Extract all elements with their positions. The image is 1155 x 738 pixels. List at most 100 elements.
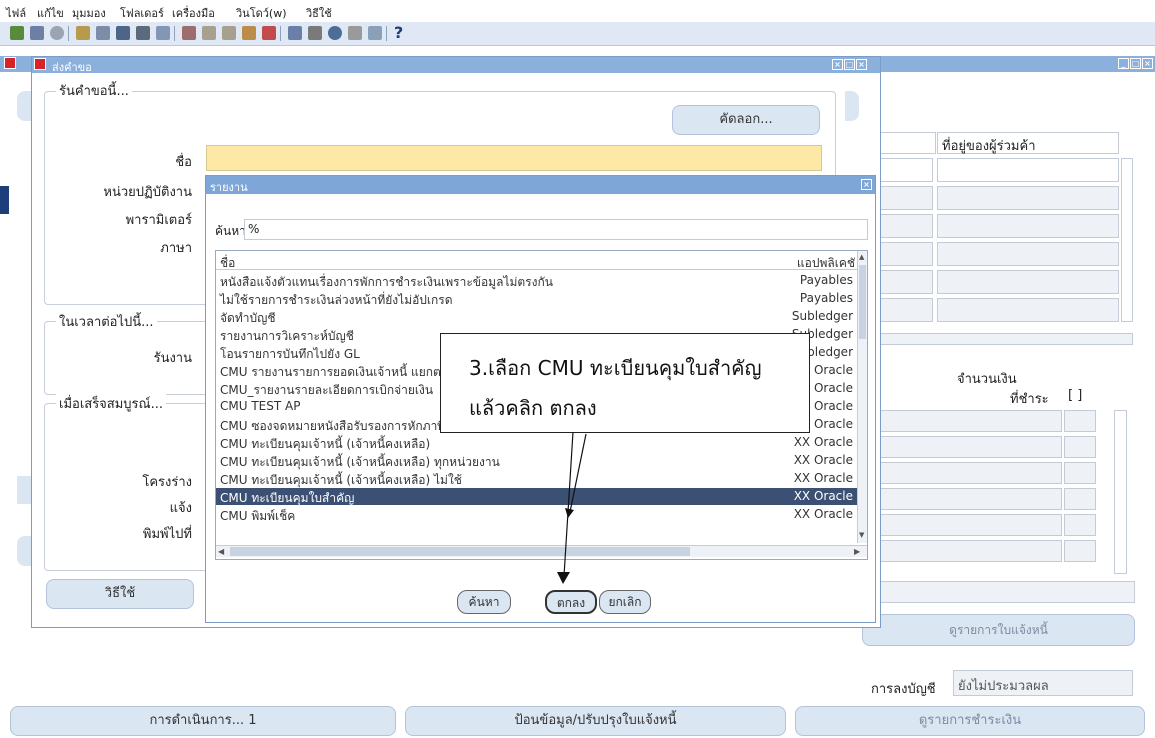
print-icon[interactable] [116, 26, 130, 40]
column-header [876, 132, 936, 154]
supplier-address-field[interactable] [937, 242, 1119, 266]
copy-button[interactable]: คัดลอก... [672, 105, 820, 135]
supplier-address-field[interactable] [937, 214, 1119, 238]
paste-icon[interactable] [222, 26, 236, 40]
vertical-scrollbar[interactable] [1121, 158, 1133, 322]
amount-field[interactable] [876, 436, 1062, 458]
supplier-address-field[interactable] [937, 158, 1119, 182]
grid-cell[interactable] [1064, 488, 1096, 510]
column-header-application: แอปพลิเคชั [796, 256, 855, 270]
menu-view[interactable]: มุมมอง [72, 4, 106, 22]
help-icon[interactable]: ? [394, 23, 403, 42]
run-request-group-title: รันคำขอนี้... [56, 80, 132, 101]
grid-cell[interactable] [876, 214, 933, 238]
window-title: ส่งคำขอ [52, 61, 92, 74]
menu-window[interactable]: วินโดว์(w) [236, 4, 287, 22]
save-icon[interactable] [96, 26, 110, 40]
list-item[interactable]: หนังสือแจ้งตัวแทนเรื่องการพักการชำระเงิน… [216, 272, 857, 289]
summary-field[interactable] [876, 581, 1135, 603]
grid-cell[interactable] [876, 242, 933, 266]
arrow-head-icon [565, 508, 574, 518]
grid-cell[interactable] [876, 158, 933, 182]
scroll-up-icon[interactable]: ▲ [859, 254, 866, 261]
printer-icon[interactable] [136, 26, 150, 40]
column-header-supplier-address: ที่อยู่ของผู้ร่วมค้า [937, 132, 1119, 154]
enter-invoice-button[interactable]: ป้อนข้อมูล/ปรับปรุงใบแจ้งหนี้ [405, 706, 786, 736]
list-item-selected[interactable]: CMU ทะเบียนคุมใบสำคัญ XX Oracle [216, 488, 857, 505]
oracle-window-icon [34, 58, 46, 70]
grid-cell[interactable] [1064, 410, 1096, 432]
list-item[interactable]: ไม่ใช้รายการชำระเงินล่วงหน้าที่ยังไม่อัป… [216, 290, 857, 307]
cancel-button[interactable]: ยกเลิก [599, 590, 651, 614]
find-input[interactable]: % [244, 219, 868, 240]
amount-field[interactable] [876, 514, 1062, 536]
grid-cell[interactable] [876, 186, 933, 210]
amount-field[interactable] [876, 488, 1062, 510]
supplier-address-field[interactable] [937, 186, 1119, 210]
list-item[interactable]: CMU ทะเบียนคุมเจ้าหนี้ (เจ้าหนี้คงเหลือ)… [216, 470, 857, 487]
workspace: _ □ × ที่อยู่ของผู้ร่วมค้า จำนวนเงิน ที่… [0, 46, 1155, 738]
close-icon[interactable]: × [856, 59, 867, 70]
amount-field[interactable] [876, 540, 1062, 562]
new-icon[interactable] [10, 26, 24, 40]
link-icon[interactable] [348, 26, 362, 40]
scroll-thumb[interactable] [230, 547, 690, 556]
supplier-address-field[interactable] [937, 298, 1119, 322]
list-item[interactable]: CMU ทะเบียนคุมเจ้าหนี้ (เจ้าหนี้คงเหลือ)… [216, 452, 857, 469]
help-button[interactable]: วิธีใช้ [46, 579, 194, 609]
actions-button[interactable]: การดำเนินการ... 1 [10, 706, 396, 736]
close-icon[interactable]: × [861, 179, 872, 190]
menu-tools[interactable]: เครื่องมือ [172, 4, 215, 22]
cut-icon[interactable] [182, 26, 196, 40]
list-item[interactable]: CMU พิมพ์เช็ค XX Oracle [216, 506, 857, 523]
scroll-down-icon[interactable]: ▼ [859, 532, 866, 539]
menu-folder[interactable]: โฟลเดอร์ [120, 4, 164, 22]
report-application: Payables [799, 291, 853, 305]
vertical-scrollbar[interactable]: ▲ ▼ [857, 251, 867, 543]
menu-edit[interactable]: แก้ไข [37, 4, 64, 22]
menu-file[interactable]: ไฟล์ [6, 4, 26, 22]
view-invoice-lines-button[interactable]: ดูรายการใบแจ้งหนี้ [862, 614, 1135, 646]
grid-cell[interactable] [1064, 436, 1096, 458]
translate-icon[interactable] [368, 26, 382, 40]
grid-cell[interactable] [1064, 514, 1096, 536]
maximize-icon[interactable]: □ [844, 59, 855, 70]
request-name-field[interactable] [206, 145, 822, 171]
delete-icon[interactable] [262, 26, 276, 40]
scroll-left-icon[interactable]: ◀ [218, 547, 224, 556]
close-icon[interactable]: × [1142, 58, 1153, 69]
ok-button[interactable]: ตกลง [545, 590, 597, 614]
list-item[interactable]: CMU ทะเบียนคุมเจ้าหนี้ (เจ้าหนี้คงเหลือ)… [216, 434, 857, 451]
amount-field[interactable] [876, 410, 1062, 432]
scroll-thumb[interactable] [859, 265, 866, 339]
menu-help[interactable]: วิธีใช้ [306, 4, 332, 22]
zoom-icon[interactable] [328, 26, 342, 40]
find-icon[interactable] [76, 26, 90, 40]
edit-icon[interactable] [242, 26, 256, 40]
folder-icon[interactable] [308, 26, 322, 40]
close-icon[interactable]: × [832, 59, 843, 70]
attachment-icon[interactable] [288, 26, 302, 40]
amount-field[interactable] [876, 462, 1062, 484]
maximize-icon[interactable]: □ [1130, 58, 1141, 69]
open-icon[interactable] [50, 26, 64, 40]
posting-label: การลงบัญชี [871, 682, 936, 697]
minimize-icon[interactable]: _ [1118, 58, 1129, 69]
find-button[interactable]: ค้นหา [457, 590, 511, 614]
list-item[interactable]: จัดทำบัญชี Subledger [216, 308, 857, 325]
grid-cell[interactable] [1064, 540, 1096, 562]
grid-cell[interactable] [876, 270, 933, 294]
close-form-icon[interactable] [156, 26, 170, 40]
scroll-right-icon[interactable]: ▶ [854, 547, 860, 556]
vertical-scrollbar[interactable] [1114, 410, 1127, 574]
toolbar: ? [0, 22, 1155, 46]
notify-label: แจ้ง [169, 501, 192, 516]
copy-icon[interactable] [202, 26, 216, 40]
supplier-address-field[interactable] [937, 270, 1119, 294]
grid-cell[interactable] [1064, 462, 1096, 484]
horizontal-scrollbar[interactable] [876, 333, 1133, 345]
view-payments-button[interactable]: ดูรายการชำระเงิน [795, 706, 1145, 736]
schedule-group-title: ในเวลาต่อไปนี้... [56, 311, 157, 332]
grid-cell[interactable] [876, 298, 933, 322]
navigate-icon[interactable] [30, 26, 44, 40]
